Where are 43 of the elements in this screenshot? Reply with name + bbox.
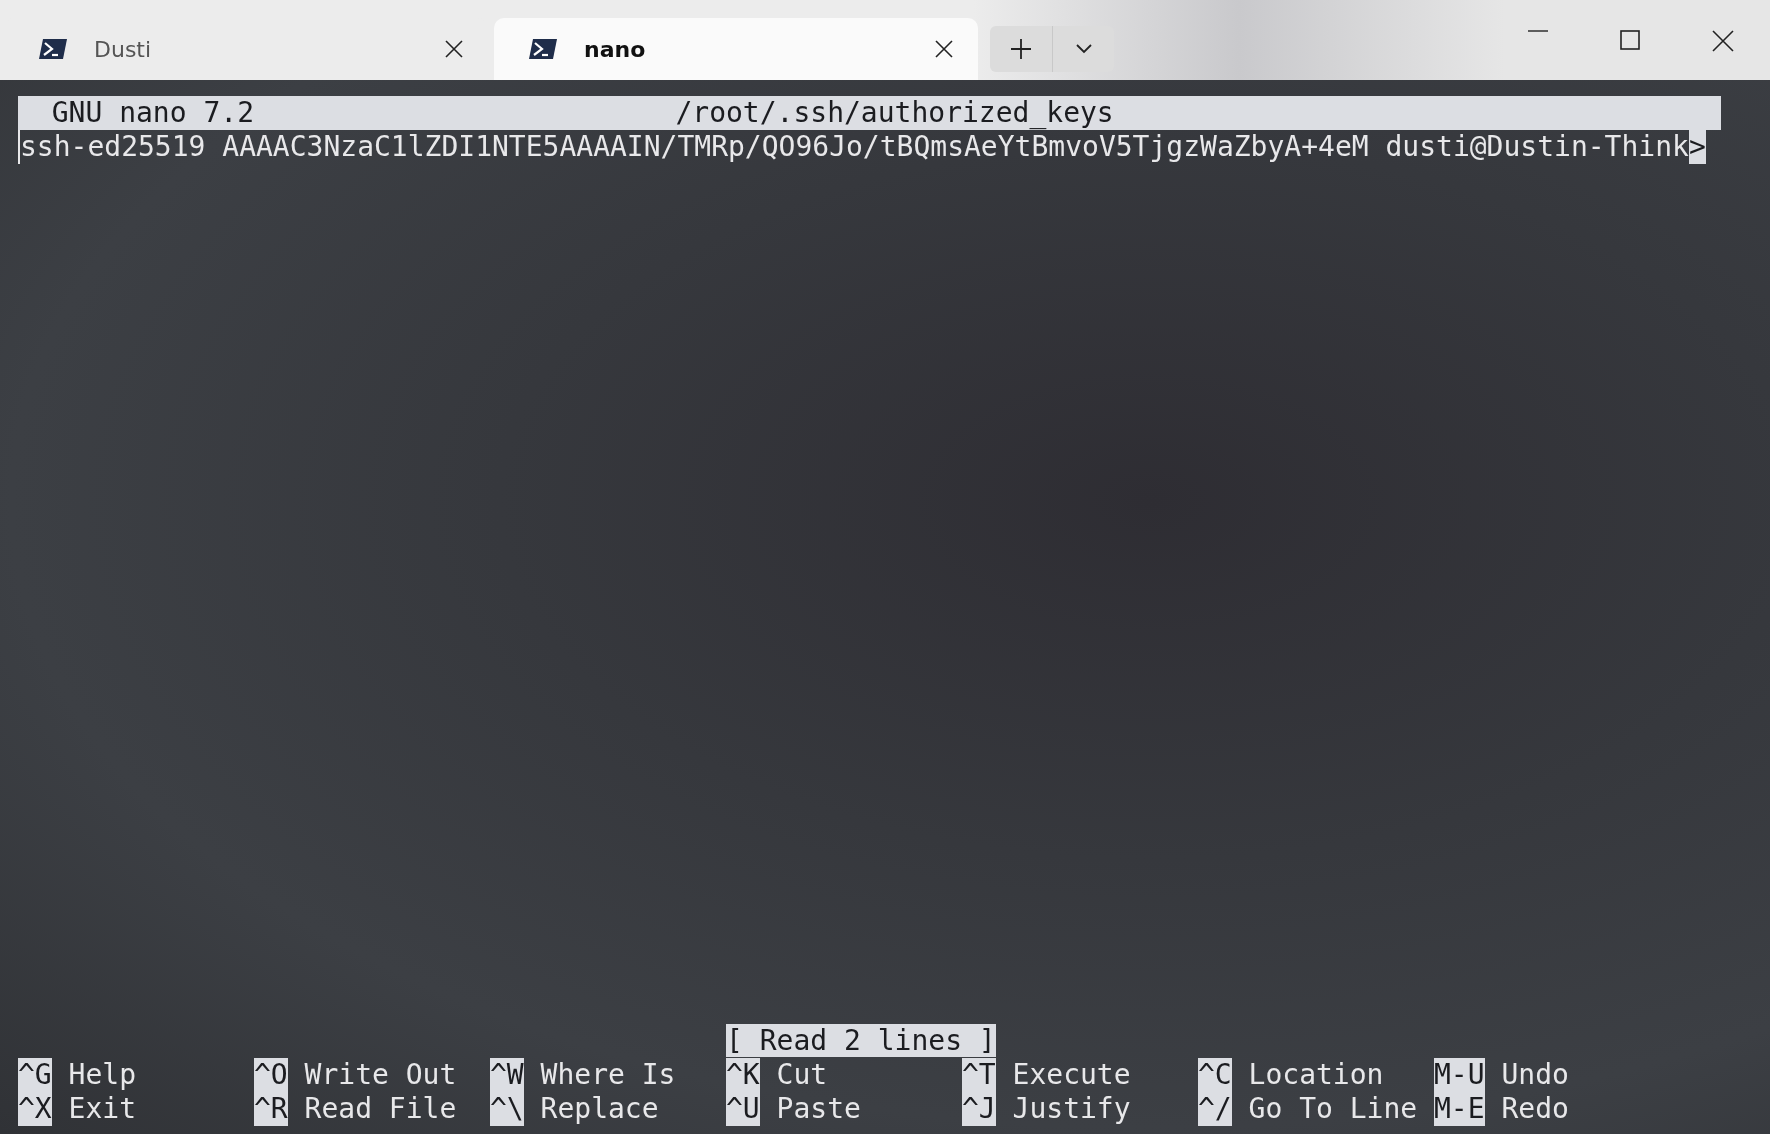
shortcut-label: Replace [540, 1092, 659, 1126]
shortcut-key: ^O [254, 1058, 288, 1092]
shortcut-label: Go To Line [1248, 1092, 1418, 1126]
shortcut-key: ^C [1198, 1058, 1232, 1092]
shortcut-key: ^J [962, 1092, 996, 1126]
plus-icon [1010, 38, 1032, 60]
shortcut-key: ^T [962, 1058, 996, 1092]
close-icon[interactable] [934, 39, 954, 59]
nano-version: GNU nano 7.2 [50, 96, 255, 130]
shortcut-label: Justify [1012, 1092, 1131, 1126]
powershell-icon [38, 38, 68, 60]
status-message: [ Read 2 lines ] [726, 1024, 996, 1057]
maximize-icon[interactable] [1620, 30, 1640, 50]
shortcut-key: ^R [254, 1092, 288, 1126]
shortcut-key: ^G [18, 1058, 52, 1092]
shortcut-key: ^X [18, 1092, 52, 1126]
shortcut-label: Redo [1501, 1092, 1569, 1126]
shortcut-label: Undo [1501, 1058, 1569, 1092]
shortcut-label: Cut [776, 1058, 828, 1092]
terminal-tab[interactable]: nano [494, 18, 978, 80]
shortcut-key: ^\ [490, 1092, 524, 1126]
tab-title: nano [584, 36, 647, 62]
shortcut-key: ^U [726, 1092, 760, 1126]
shortcut-key: M-E [1434, 1092, 1485, 1126]
shortcut-label: Exit [68, 1092, 136, 1126]
close-icon[interactable] [1712, 30, 1734, 52]
shortcut-label: Execute [1012, 1058, 1131, 1092]
overflow-mark: > [1688, 130, 1706, 164]
shortcut-key: M-U [1434, 1058, 1485, 1092]
shortcut-key: ^W [490, 1058, 524, 1092]
shortcut-key: ^K [726, 1058, 760, 1092]
shortcut-label: Read File [304, 1092, 457, 1126]
shortcut-label: Location [1248, 1058, 1384, 1092]
caret-icon [1075, 44, 1092, 54]
shortcut-label: Write Out [304, 1058, 457, 1092]
shortcut-key: ^/ [1198, 1092, 1232, 1126]
shortcut-label: Help [68, 1058, 136, 1092]
tab-title: Dusti [94, 36, 153, 62]
file-path: /root/.ssh/authorized_keys [675, 96, 1114, 130]
close-icon[interactable] [444, 39, 464, 59]
shortcut-label: Paste [776, 1092, 861, 1126]
powershell-icon [528, 38, 558, 60]
shortcut-label: Where Is [540, 1058, 676, 1092]
